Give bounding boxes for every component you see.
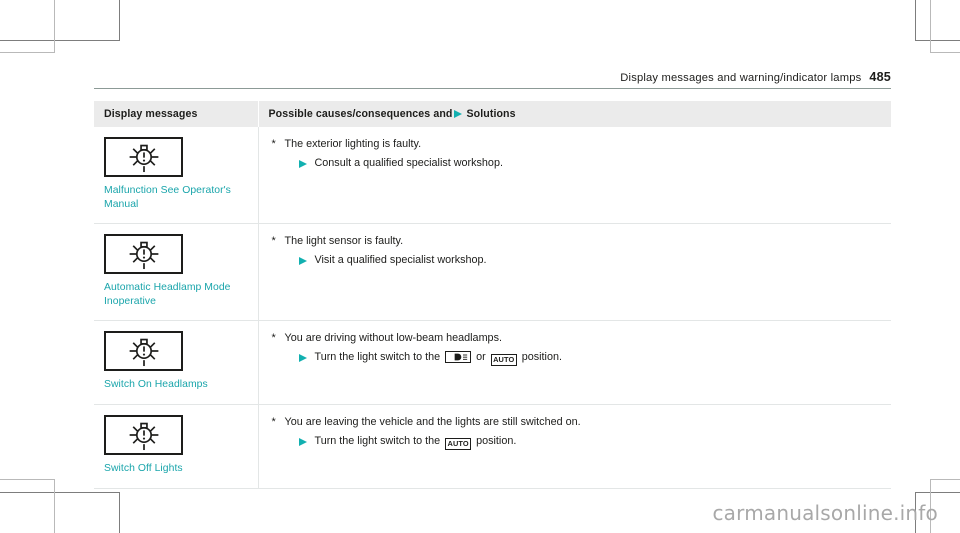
triangle-right-icon	[298, 160, 315, 168]
header-rule	[94, 88, 891, 89]
watermark: carmanualsonline.info	[712, 501, 938, 525]
display-message-label: Malfunction See Operator's Manual	[104, 185, 231, 210]
cell-causes-solutions: * The light sensor is faulty. Visit a qual…	[258, 223, 891, 322]
symbol-frame	[104, 414, 183, 455]
cause-bullet: *	[271, 415, 276, 428]
solution-line: Turn the light switch to the AUTO positi…	[272, 434, 882, 450]
cell-display-message: Switch Off Lights	[94, 404, 259, 489]
solution-line: Visit a qualified specialist workshop.	[272, 253, 882, 268]
solution-text-fragment: or	[473, 351, 489, 364]
running-header-title: Display messages and warning/indicator l…	[620, 72, 862, 84]
cause-bullet: *	[271, 332, 276, 345]
table-header-row: Display messages Possible causes/consequ…	[94, 101, 891, 127]
cause-bullet: *	[271, 138, 276, 150]
cell-display-message: Automatic Headlamp Mode Inoperative	[94, 223, 259, 322]
bulb-warning-icon	[129, 339, 158, 367]
table-row: Malfunction See Operator's Manual * The ex…	[94, 127, 891, 225]
solution-text: Visit a qualified specialist workshop.	[315, 253, 882, 268]
symbol-frame	[104, 137, 183, 177]
cause-bullet: *	[271, 235, 276, 248]
solution-line: Turn the light switch to the or AUTO pos…	[272, 350, 882, 367]
triangle-right-icon	[298, 257, 315, 266]
crop-mark-top-right-inner	[930, 0, 960, 53]
page-canvas: Display messages and warning/indicator l…	[0, 0, 960, 533]
triangle-right-icon	[454, 110, 463, 118]
auto-light-icon: AUTO	[445, 437, 472, 450]
auto-light-icon: AUTO	[490, 354, 517, 367]
cause-text: You are leaving the vehicle and the ligh…	[284, 415, 581, 428]
display-message-label: Automatic Headlamp Mode Inoperative	[104, 282, 231, 307]
cause-text: You are driving without low-beam headlam…	[284, 332, 502, 345]
cause-line: * The light sensor is faulty.	[272, 234, 882, 249]
symbol-frame	[104, 331, 183, 372]
solution-text-fragment: Turn the light switch to the	[314, 434, 444, 447]
solution-text-fragment: position.	[518, 351, 562, 364]
low-beam-headlamp-glyph	[454, 354, 468, 361]
bulb-warning-icon	[129, 241, 158, 270]
crop-mark-bottom-left-inner	[0, 479, 55, 533]
solution-text: Consult a qualified specialist workshop.	[315, 156, 882, 171]
display-message-label: Switch Off Lights	[104, 462, 183, 474]
cell-causes-solutions: * You are driving without low-beam headla…	[258, 320, 891, 405]
page-number: 485	[869, 70, 891, 84]
cause-text: The exterior lighting is faulty.	[284, 138, 422, 150]
solution-text-fragment: Turn the light switch to the	[314, 351, 444, 364]
solution-line: Consult a qualified specialist workshop.	[272, 156, 882, 171]
low-beam-headlamp-icon	[445, 351, 472, 364]
bulb-warning-icon	[129, 144, 158, 173]
display-message-label: Switch On Headlamps	[104, 379, 208, 391]
cause-line: * You are leaving the vehicle and the lig…	[272, 415, 882, 430]
solution-text: Turn the light switch to the or AUTO pos…	[314, 350, 882, 367]
triangle-right-icon	[298, 354, 315, 363]
cell-causes-solutions: * You are leaving the vehicle and the lig…	[258, 404, 891, 489]
table-row: Switch Off Lights * You are leaving the ve…	[94, 404, 891, 489]
triangle-right-icon	[298, 437, 315, 446]
cell-display-message: Malfunction See Operator's Manual	[94, 127, 259, 225]
column-header-solutions-text: Solutions	[466, 108, 516, 120]
solution-text-fragment: position.	[473, 434, 517, 447]
symbol-frame	[104, 234, 183, 275]
cause-text: The light sensor is faulty.	[284, 235, 404, 248]
bulb-warning-icon	[129, 422, 158, 451]
crop-mark-top-left-inner	[0, 0, 55, 53]
column-header-causes-solutions: Possible causes/consequences and Solution…	[258, 101, 891, 127]
table-row: Automatic Headlamp Mode Inoperative * The …	[94, 223, 891, 322]
cell-causes-solutions: * The exterior lighting is faulty. Consult…	[258, 127, 891, 225]
solution-text-fragment: Consult a qualified specialist workshop.	[314, 157, 503, 169]
column-header-display-messages: Display messages	[94, 101, 259, 127]
table-body: Malfunction See Operator's Manual * The ex…	[94, 127, 891, 489]
cell-display-message: Switch On Headlamps	[94, 320, 259, 405]
solution-text-fragment: Visit a qualified specialist workshop.	[314, 254, 487, 267]
cause-line: * You are driving without low-beam headla…	[272, 331, 882, 346]
solution-text: Turn the light switch to the AUTO positi…	[315, 434, 882, 450]
running-header: Display messages and warning/indicator l…	[94, 68, 891, 86]
column-header-causes-text: Possible causes/consequences and	[268, 108, 453, 120]
cause-line: * The exterior lighting is faulty.	[272, 137, 882, 152]
table-row: Switch On Headlamps * You are driving with…	[94, 320, 891, 405]
display-messages-table: Display messages Possible causes/consequ…	[94, 101, 891, 489]
